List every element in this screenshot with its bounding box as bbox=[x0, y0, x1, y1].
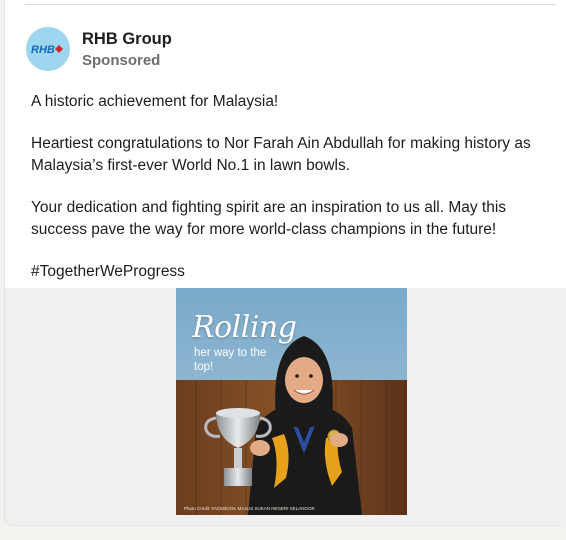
post-paragraph-3: Your dedication and fighting spirit are … bbox=[31, 199, 507, 238]
divider bbox=[25, 4, 556, 5]
sponsored-label: Sponsored bbox=[82, 52, 161, 69]
hashtag-link[interactable]: #TogetherWeProgress bbox=[31, 263, 185, 280]
post-author-name[interactable]: RHB Group bbox=[82, 30, 172, 49]
post-paragraph-2: Heartiest congratulations to Nor Farah A… bbox=[31, 135, 531, 174]
rhb-logo-icon: RHB bbox=[26, 27, 70, 71]
photo-credit-text: Photo Credit: FACEBOOK MAJLIS SUKAN NEGE… bbox=[184, 506, 315, 511]
image-subtitle-text: her way to the top! bbox=[194, 347, 267, 373]
post-paragraph-1: A historic achievement for Malaysia! bbox=[31, 93, 279, 110]
company-logo-avatar[interactable]: RHB bbox=[26, 27, 70, 71]
feed-post-card: RHB RHB Group Sponsored A historic achie… bbox=[4, 0, 566, 526]
rhb-logo-text: RHB bbox=[31, 44, 55, 56]
post-image[interactable]: Rolling her way to the top! Photo Credit… bbox=[176, 288, 407, 515]
post-body: A historic achievement for Malaysia! Hea… bbox=[31, 91, 551, 303]
image-title-text: Rolling bbox=[192, 310, 297, 345]
